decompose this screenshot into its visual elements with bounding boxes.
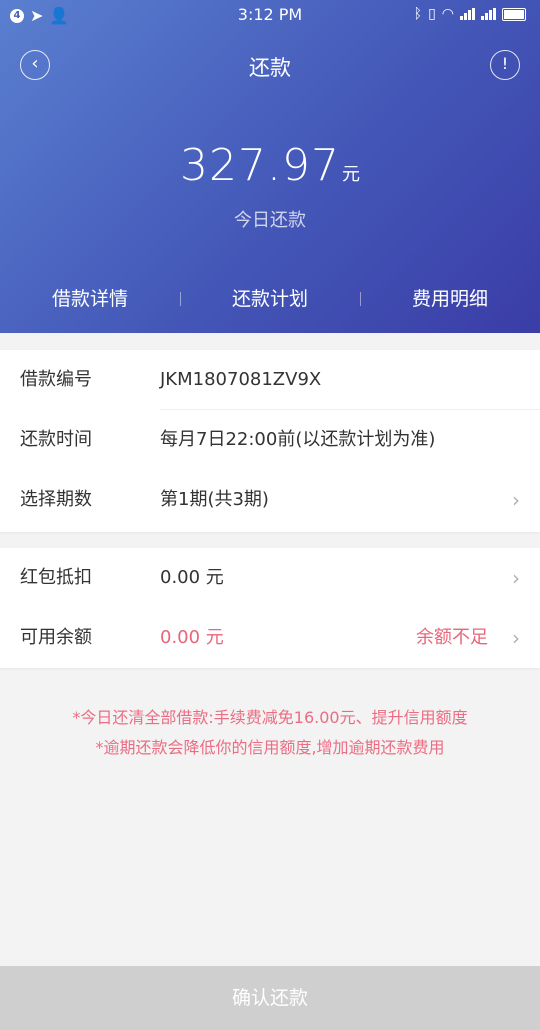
redpacket-value: 0.00 元 [160, 567, 224, 588]
chevron-right-icon: › [512, 488, 520, 512]
chevron-right-icon: › [512, 626, 520, 650]
tab-repayment-plan[interactable]: 还款计划 [180, 282, 360, 316]
amount-unit: 元 [341, 164, 360, 185]
page-title: 还款 [249, 56, 291, 80]
amount-value: 327.97 [180, 140, 340, 191]
tab-fee-details[interactable]: 费用明细 [360, 282, 540, 316]
signal-icon-2 [481, 8, 496, 20]
balance-value: 0.00 元 [160, 627, 224, 648]
notice-line-2: *逾期还款会降低你的信用额度,增加逾期还款费用 [95, 738, 445, 757]
wifi-icon: ◠ [441, 6, 454, 22]
loan-number-row: 借款编号 JKM1807081ZV9X [0, 350, 540, 410]
signal-icon [460, 8, 475, 20]
loan-info-card: 借款编号 JKM1807081ZV9X 还款时间 每月7日22:00前(以还款计… [0, 350, 540, 532]
period-label: 选择期数 [20, 489, 92, 510]
balance-row[interactable]: 可用余额 0.00 元 余额不足 › [0, 608, 540, 668]
amount-label: 今日还款 [234, 210, 306, 231]
confirm-repayment-button[interactable]: 确认还款 [0, 966, 540, 1030]
header-panel: 4 ➤ 👤 3:12 PM ᛒ ▯ ◠ ‹ 还款 ! 327.97 元 今日还款 … [0, 0, 540, 333]
amount-display: 327.97 元 [0, 140, 540, 191]
notice-text: *今日还清全部借款:手续费减免16.00元、提升信用额度 *逾期还款会降低你的信… [0, 703, 540, 763]
notice-line-1: *今日还清全部借款:手续费减免16.00元、提升信用额度 [72, 708, 468, 727]
status-right: ᛒ ▯ ◠ [414, 6, 526, 22]
tab-bar: 借款详情 还款计划 费用明细 [0, 282, 540, 316]
repayment-time-value: 每月7日22:00前(以还款计划为准) [160, 429, 436, 450]
period-value: 第1期(共3期) [160, 489, 269, 510]
status-bar: 4 ➤ 👤 3:12 PM ᛒ ▯ ◠ [0, 0, 540, 30]
vibrate-icon: ▯ [428, 6, 436, 22]
chevron-right-icon: › [512, 566, 520, 590]
repayment-time-label: 还款时间 [20, 429, 92, 450]
redpacket-row[interactable]: 红包抵扣 0.00 元 › [0, 548, 540, 608]
battery-icon [502, 7, 526, 21]
info-icon[interactable]: ! [490, 50, 520, 80]
balance-label: 可用余额 [20, 627, 92, 648]
period-select-row[interactable]: 选择期数 第1期(共3期) › [0, 470, 540, 530]
tab-loan-details[interactable]: 借款详情 [0, 282, 180, 316]
repayment-time-row: 还款时间 每月7日22:00前(以还款计划为准) [0, 410, 540, 470]
bluetooth-icon: ᛒ [413, 6, 423, 22]
balance-warning: 余额不足 [416, 627, 488, 648]
loan-number-label: 借款编号 [20, 369, 92, 390]
loan-number-value: JKM1807081ZV9X [160, 369, 322, 390]
redpacket-label: 红包抵扣 [20, 567, 92, 588]
deduction-card: 红包抵扣 0.00 元 › 可用余额 0.00 元 余额不足 › [0, 548, 540, 668]
